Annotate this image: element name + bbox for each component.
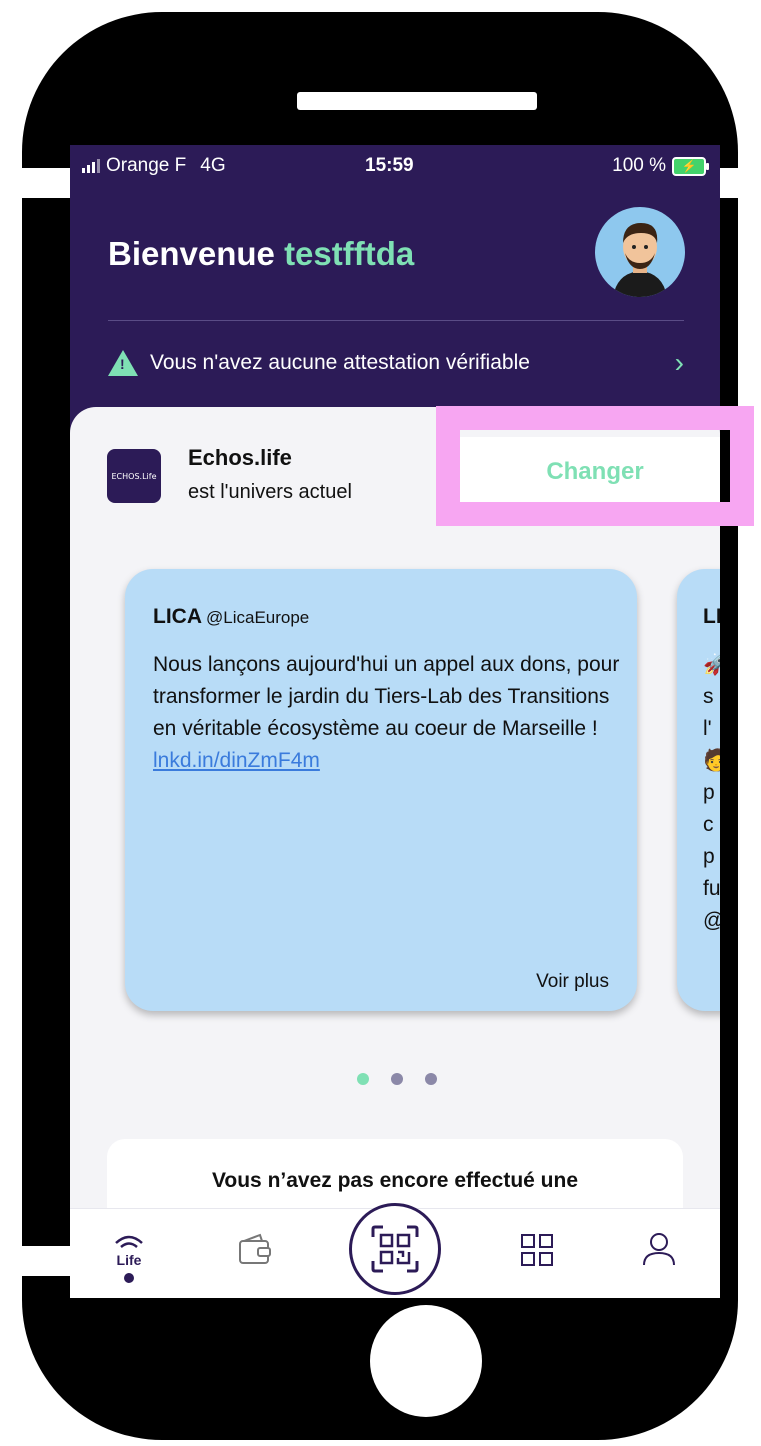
avatar[interactable]	[595, 207, 685, 297]
page-title: Bienvenue testfftda	[108, 235, 414, 273]
card-author-name: LI	[703, 605, 720, 628]
attestation-banner[interactable]: ! Vous n'avez aucune attestation vérifia…	[108, 345, 684, 381]
universe-name: Echos.life	[188, 445, 292, 470]
home-button[interactable]	[370, 1305, 482, 1417]
speaker-grille	[297, 92, 537, 110]
chevron-right-icon: ›	[674, 347, 684, 378]
card-text-fragment: p	[703, 845, 715, 868]
greeting-text: Bienvenue	[108, 235, 275, 272]
frame-notch	[720, 168, 761, 198]
grid-icon	[521, 1234, 553, 1266]
universe-logo: ECHOS.Life	[107, 449, 161, 503]
warning-icon: !	[108, 350, 138, 376]
frame-notch	[0, 1246, 70, 1276]
header-divider	[108, 320, 684, 321]
tab-apps[interactable]	[514, 1227, 560, 1273]
carousel-dot[interactable]	[391, 1073, 403, 1085]
qr-code-icon	[371, 1225, 419, 1273]
card-body: Nous lançons aujourd'hui un appel aux do…	[153, 649, 623, 777]
card-author-name: LICA	[153, 605, 202, 628]
see-more-link[interactable]: Voir plus	[536, 971, 609, 993]
avatar-illustration-icon	[613, 223, 667, 297]
card-text-fragment: p	[703, 781, 715, 804]
notice-text: Vous n’avez pas encore effectué une	[211, 1169, 579, 1192]
status-bar: Orange F 4G 15:59 100 % ⚡	[70, 145, 720, 185]
frame-notch	[0, 168, 70, 198]
network-label: 4G	[200, 155, 226, 176]
life-wifi-icon: Life	[115, 1235, 143, 1268]
content-panel: ECHOS.Life Echos.life est l'univers actu…	[70, 407, 720, 1298]
card-text-fragment: 🧑	[703, 749, 720, 772]
battery-label: 100 %	[612, 155, 666, 176]
carousel-dot[interactable]	[425, 1073, 437, 1085]
wallet-icon	[239, 1233, 271, 1264]
bottom-tab-bar: Life	[70, 1203, 720, 1298]
card-text-fragment: c	[703, 813, 714, 836]
battery-icon: ⚡	[672, 156, 709, 176]
card-link[interactable]: lnkd.in/dinZmF4m	[153, 745, 623, 777]
news-card-next[interactable]: LI 🚀 s l' 🧑 p c p fu @	[677, 569, 720, 1011]
life-tab-label: Life	[117, 1252, 142, 1268]
card-text-fragment: 🚀	[703, 653, 720, 676]
tab-profile[interactable]	[636, 1227, 682, 1273]
universe-subtitle: est l'univers actuel	[188, 481, 352, 503]
tab-wallet[interactable]	[232, 1227, 278, 1273]
tab-life[interactable]: Life	[106, 1227, 152, 1283]
carousel-dot[interactable]	[357, 1073, 369, 1085]
card-body-partial: 🚀 s l' 🧑 p c p fu @	[703, 649, 720, 937]
status-time: 15:59	[365, 155, 414, 176]
app-screen: Orange F 4G 15:59 100 % ⚡ Bienvenue test…	[70, 145, 720, 1298]
card-text-fragment: l'	[703, 717, 712, 740]
card-text-fragment: s	[703, 685, 714, 708]
carrier-label: Orange F	[106, 155, 187, 176]
header: Orange F 4G 15:59 100 % ⚡ Bienvenue test…	[70, 145, 720, 445]
active-tab-dot	[124, 1273, 134, 1283]
card-text: Nous lançons aujourd'hui un appel aux do…	[153, 653, 620, 740]
card-author: LICA @LicaEurope	[153, 605, 309, 629]
qr-scan-button[interactable]	[349, 1203, 441, 1295]
carousel-indicator	[357, 1073, 437, 1085]
news-card[interactable]: LICA @LicaEurope Nous lançons aujourd'hui…	[125, 569, 637, 1011]
attestation-text: Vous n'avez aucune attestation vérifiabl…	[150, 351, 530, 374]
username-text: testfftda	[284, 235, 415, 272]
change-universe-button[interactable]: Changer	[460, 437, 720, 507]
card-text-fragment: @	[703, 905, 720, 937]
card-handle: @LicaEurope	[206, 608, 310, 627]
signal-icon	[82, 159, 100, 173]
card-text-fragment: fu	[703, 877, 720, 900]
user-icon	[643, 1233, 675, 1266]
